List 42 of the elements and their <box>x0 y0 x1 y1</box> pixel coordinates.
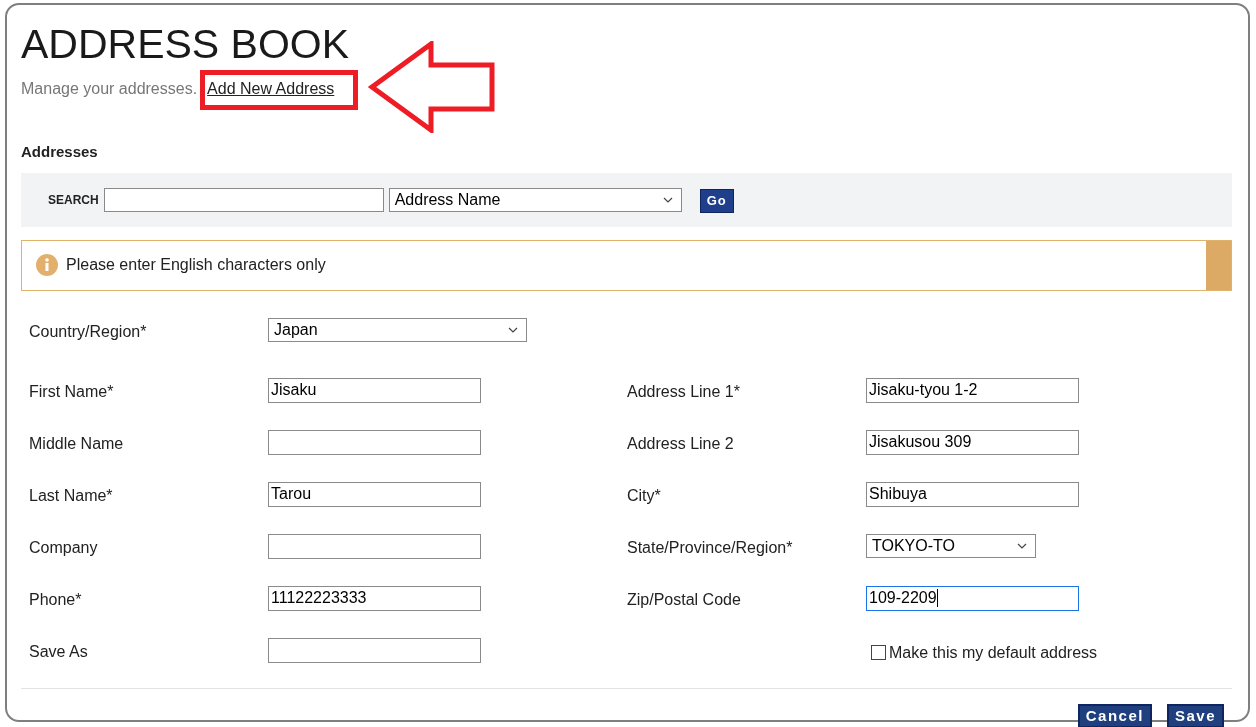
dropdown-select[interactable]: Address Name <box>388 187 682 212</box>
field-label: First Name* <box>29 382 114 400</box>
info-icon <box>36 254 58 276</box>
input-field[interactable]: Shibuya <box>866 481 1079 507</box>
dropdown-select[interactable]: TOKYO-TO <box>866 533 1036 558</box>
input-field[interactable]: Jisakusou 309 <box>866 429 1079 455</box>
input-field[interactable]: Tarou <box>268 481 481 507</box>
arrow-left-icon <box>367 41 498 133</box>
subtitle-text: Manage your addresses. <box>21 79 198 99</box>
action-button[interactable]: Save <box>1166 703 1224 727</box>
input-field[interactable] <box>268 533 481 559</box>
add-address-link[interactable]: Add New Address <box>207 80 335 97</box>
chevron-down-icon <box>662 196 673 203</box>
input-field[interactable]: 11122223333 <box>268 585 481 611</box>
page-title: ADDRESS BOOK <box>21 21 351 67</box>
field-label: Address Line 1* <box>627 382 740 400</box>
go-button[interactable]: Go <box>699 189 734 213</box>
field-label: Save As <box>29 642 88 660</box>
field-label: State/Province/Region* <box>627 538 793 556</box>
input-field[interactable]: 109-2209 <box>866 585 1079 611</box>
field-label: Country/Region* <box>29 322 147 340</box>
checkbox[interactable] <box>871 645 886 660</box>
notice-text: Please enter English characters only <box>66 255 327 275</box>
field-label: Phone* <box>29 590 82 608</box>
field-label: Company <box>29 538 98 556</box>
input-field[interactable]: Jisaku <box>268 377 481 403</box>
field-label: Last Name* <box>29 486 113 504</box>
field-label: City* <box>627 486 661 504</box>
checkbox-label: Make this my default address <box>889 642 1098 663</box>
input-field[interactable]: Jisaku-tyou 1-2 <box>866 377 1079 403</box>
search-label: SEARCH <box>48 191 99 209</box>
chevron-down-icon <box>508 326 518 333</box>
action-button[interactable]: Cancel <box>1077 703 1152 727</box>
field-label: Zip/Postal Code <box>627 590 741 608</box>
field-label: Address Line 2 <box>627 434 734 452</box>
chevron-down-icon <box>1017 542 1027 549</box>
search-field[interactable] <box>103 187 384 212</box>
input-field[interactable] <box>268 429 481 455</box>
input-field[interactable] <box>268 637 481 663</box>
field-label: Middle Name <box>29 434 124 452</box>
section-title: Addresses <box>21 142 99 162</box>
dropdown-select[interactable]: Japan <box>268 317 527 342</box>
